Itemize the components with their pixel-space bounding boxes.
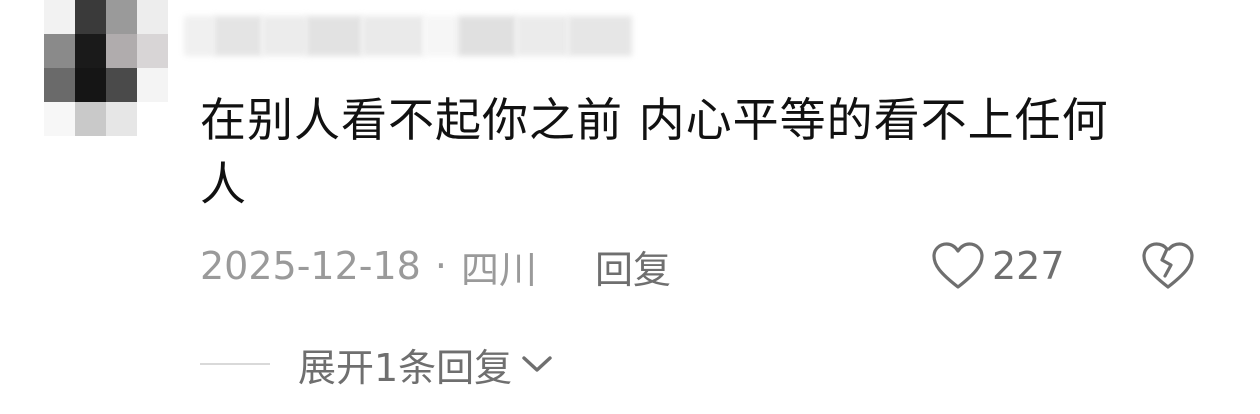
comment-text-line: 在别人看不起你之前 内心平等的看不上任何 — [200, 93, 1109, 147]
meta-separator: · — [434, 244, 447, 288]
chevron-down-icon — [522, 356, 552, 372]
like-button[interactable]: 227 — [930, 238, 1065, 294]
avatar[interactable] — [44, 0, 168, 136]
expand-replies-button[interactable]: 展开1条回复 — [200, 336, 554, 392]
broken-heart-icon[interactable] — [1140, 240, 1196, 292]
comment-item: 在别人看不起你之前 内心平等的看不上任何 人 2025-12-18 · 四川 回… — [0, 0, 1260, 414]
expand-replies-label: 展开1条回复 — [298, 345, 513, 390]
divider-line — [200, 363, 270, 365]
comment-location: 四川 — [460, 247, 537, 292]
comment-text: 在别人看不起你之前 内心平等的看不上任何 人 — [200, 88, 1190, 216]
username-redacted — [184, 16, 632, 56]
reply-button[interactable]: 回复 — [595, 239, 671, 294]
like-count: 227 — [992, 244, 1065, 288]
comment-text-line: 人 — [200, 157, 247, 211]
comment-meta: 2025-12-18 · 四川 回复 — [200, 238, 671, 294]
heart-outline-icon — [932, 242, 984, 289]
comment-date: 2025-12-18 — [200, 244, 421, 288]
